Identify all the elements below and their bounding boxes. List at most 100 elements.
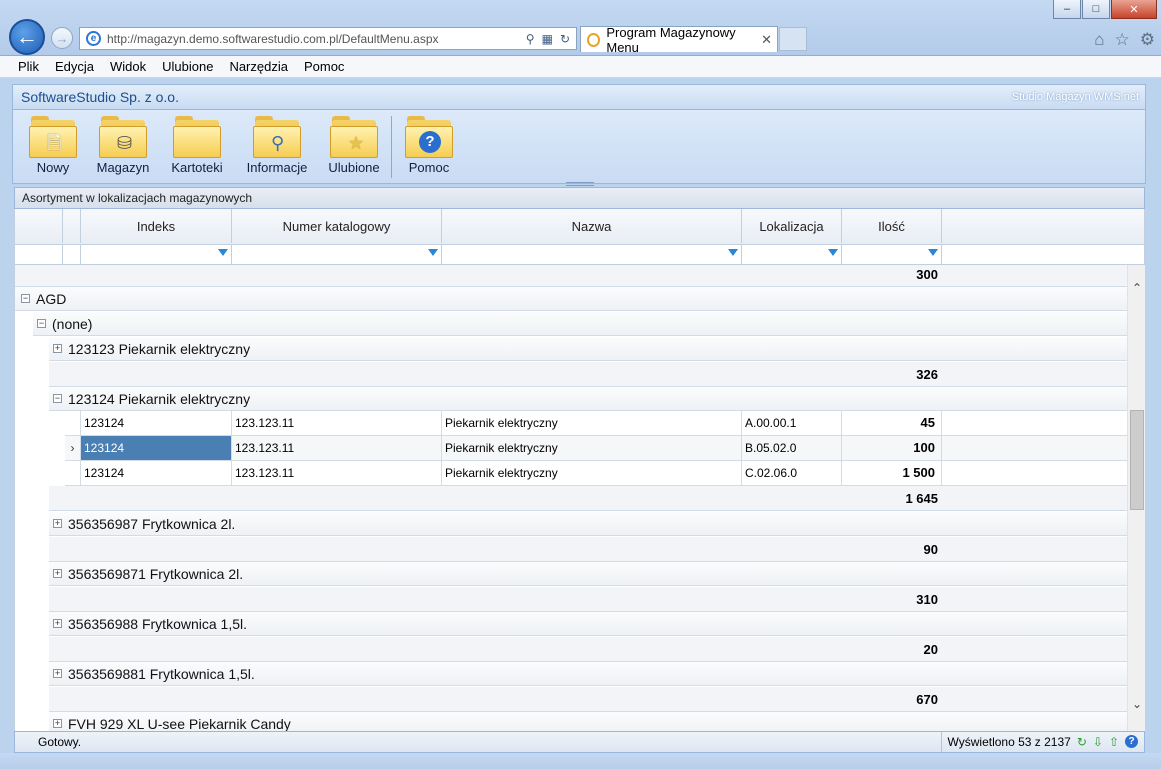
filter-icon[interactable]: [218, 249, 228, 256]
scroll-thumb[interactable]: [1130, 410, 1144, 510]
import-icon[interactable]: ⇧: [1109, 735, 1119, 749]
cell-lokalizacja[interactable]: C.02.06.0: [742, 461, 842, 485]
maximize-button[interactable]: □: [1082, 0, 1110, 19]
url-text[interactable]: http://magazyn.demo.softwarestudio.com.p…: [107, 32, 439, 46]
export-icon[interactable]: ⇩: [1093, 735, 1103, 749]
expand-icon[interactable]: +: [53, 569, 62, 578]
splitter-handle[interactable]: [566, 182, 594, 186]
vertical-scrollbar[interactable]: ⌃ ⌄: [1127, 265, 1145, 731]
expand-icon[interactable]: +: [53, 519, 62, 528]
group-footer: 670: [49, 687, 1127, 712]
collapse-icon[interactable]: −: [37, 319, 46, 328]
group-total: 90: [923, 542, 938, 557]
expand-icon[interactable]: +: [53, 344, 62, 353]
cell-indeks[interactable]: 123124: [81, 411, 232, 435]
expand-icon[interactable]: +: [53, 669, 62, 678]
cell-lokalizacja[interactable]: B.05.02.0: [742, 436, 842, 460]
column-header-lokalizacja[interactable]: Lokalizacja: [742, 209, 842, 243]
help-icon[interactable]: ?: [1125, 735, 1138, 748]
group-row-item[interactable]: +356356987 Frytkownica 2l.: [49, 512, 1127, 536]
filter-indeks[interactable]: [81, 245, 232, 264]
ie-icon: e: [86, 31, 101, 46]
group-row-item[interactable]: +123123 Piekarnik elektryczny: [49, 337, 1127, 361]
database-folder-icon: ⛁: [99, 116, 147, 158]
cell-ilosc[interactable]: 45: [842, 411, 942, 435]
menu-narzedzia[interactable]: Narzędzia: [229, 59, 288, 74]
filter-icon[interactable]: [828, 249, 838, 256]
group-row-none[interactable]: − (none): [33, 312, 1127, 336]
close-tab-icon[interactable]: ✕: [761, 32, 772, 48]
menu-bar: Plik Edycja Widok Ulubione Narzędzia Pom…: [0, 56, 1161, 78]
filter-icon[interactable]: [728, 249, 738, 256]
scroll-down-icon[interactable]: ⌄: [1128, 697, 1146, 715]
toolbar-nowy-button[interactable]: 🗎 Nowy: [21, 116, 85, 175]
refresh-green-icon[interactable]: ↻: [1077, 735, 1087, 749]
favorites-star-icon[interactable]: ☆: [1115, 30, 1130, 50]
filter-spacer: [15, 245, 63, 264]
table-row[interactable]: 123124 123.123.11 Piekarnik elektryczny …: [65, 411, 1127, 436]
forward-button[interactable]: →: [51, 27, 73, 49]
cell-ilosc[interactable]: 1 500: [842, 461, 942, 485]
group-row-item[interactable]: +3563569881 Frytkownica 1,5l.: [49, 662, 1127, 686]
filter-lokalizacja[interactable]: [742, 245, 842, 264]
column-header-numer[interactable]: Numer katalogowy: [232, 209, 442, 243]
filter-icon[interactable]: [928, 249, 938, 256]
browser-chrome: – □ ✕ ← → e http://magazyn.demo.software…: [0, 0, 1161, 56]
table-row[interactable]: 123124 123.123.11 Piekarnik elektryczny …: [65, 461, 1127, 486]
menu-pomoc[interactable]: Pomoc: [304, 59, 344, 74]
cell-numer[interactable]: 123.123.11: [232, 461, 442, 485]
cell-nazwa[interactable]: Piekarnik elektryczny: [442, 461, 742, 485]
minimize-button[interactable]: –: [1053, 0, 1081, 19]
menu-ulubione[interactable]: Ulubione: [162, 59, 213, 74]
expand-icon[interactable]: +: [53, 619, 62, 628]
expand-icon[interactable]: +: [53, 719, 62, 728]
browser-tab[interactable]: Program Magazynowy Menu ✕: [580, 24, 778, 55]
filter-numer[interactable]: [232, 245, 442, 264]
collapse-icon[interactable]: −: [21, 294, 30, 303]
filter-icon[interactable]: [428, 249, 438, 256]
filter-ilosc[interactable]: [842, 245, 942, 264]
collapse-icon[interactable]: −: [53, 394, 62, 403]
toolbar-label: Magazyn: [96, 160, 150, 175]
table-row-selected[interactable]: › 123124 123.123.11 Piekarnik elektryczn…: [65, 436, 1127, 461]
column-header-ilosc[interactable]: Ilość: [842, 209, 942, 243]
tab-title: Program Magazynowy Menu: [606, 24, 736, 55]
column-header-indeks[interactable]: Indeks: [81, 209, 232, 243]
refresh-icon[interactable]: ↻: [560, 32, 570, 46]
group-row-item[interactable]: +356356988 Frytkownica 1,5l.: [49, 612, 1127, 636]
home-icon[interactable]: ⌂: [1094, 30, 1104, 50]
gear-icon[interactable]: ⚙: [1140, 30, 1155, 50]
search-icon[interactable]: ⚲: [526, 32, 535, 46]
group-row-item[interactable]: + FVH 929 XL U-see Piekarnik Candy: [49, 712, 1127, 731]
group-total: 310: [916, 592, 938, 607]
menu-edycja[interactable]: Edycja: [55, 59, 94, 74]
cell-nazwa[interactable]: Piekarnik elektryczny: [442, 411, 742, 435]
scroll-up-icon[interactable]: ⌃: [1128, 281, 1146, 299]
toolbar-informacje-button[interactable]: ⚲ Informacje: [242, 116, 312, 175]
close-window-button[interactable]: ✕: [1111, 0, 1157, 19]
column-header-nazwa[interactable]: Nazwa: [442, 209, 742, 243]
menu-plik[interactable]: Plik: [18, 59, 39, 74]
address-bar[interactable]: e http://magazyn.demo.softwarestudio.com…: [79, 27, 577, 50]
toolbar-pomoc-button[interactable]: ? Pomoc: [397, 116, 461, 175]
cell-ilosc[interactable]: 100: [842, 436, 942, 460]
toolbar-kartoteki-button[interactable]: Kartoteki: [165, 116, 229, 175]
group-total: 300: [916, 267, 938, 282]
group-row-item[interactable]: −123124 Piekarnik elektryczny: [49, 387, 1127, 411]
toolbar-magazyn-button[interactable]: ⛁ Magazyn: [91, 116, 155, 175]
cell-numer[interactable]: 123.123.11: [232, 411, 442, 435]
new-tab-button[interactable]: [779, 27, 807, 51]
toolbar-separator: [391, 116, 392, 178]
cell-numer[interactable]: 123.123.11: [232, 436, 442, 460]
filter-nazwa[interactable]: [442, 245, 742, 264]
cell-lokalizacja[interactable]: A.00.00.1: [742, 411, 842, 435]
group-row-item[interactable]: +3563569871 Frytkownica 2l.: [49, 562, 1127, 586]
cell-indeks[interactable]: 123124: [81, 436, 232, 460]
menu-widok[interactable]: Widok: [110, 59, 146, 74]
cell-indeks[interactable]: 123124: [81, 461, 232, 485]
toolbar-ulubione-button[interactable]: ★ Ulubione: [322, 116, 386, 175]
cell-nazwa[interactable]: Piekarnik elektryczny: [442, 436, 742, 460]
group-row-agd[interactable]: − AGD: [15, 287, 1127, 311]
back-button[interactable]: ←: [9, 19, 45, 55]
compat-view-icon[interactable]: ▦: [542, 32, 553, 46]
